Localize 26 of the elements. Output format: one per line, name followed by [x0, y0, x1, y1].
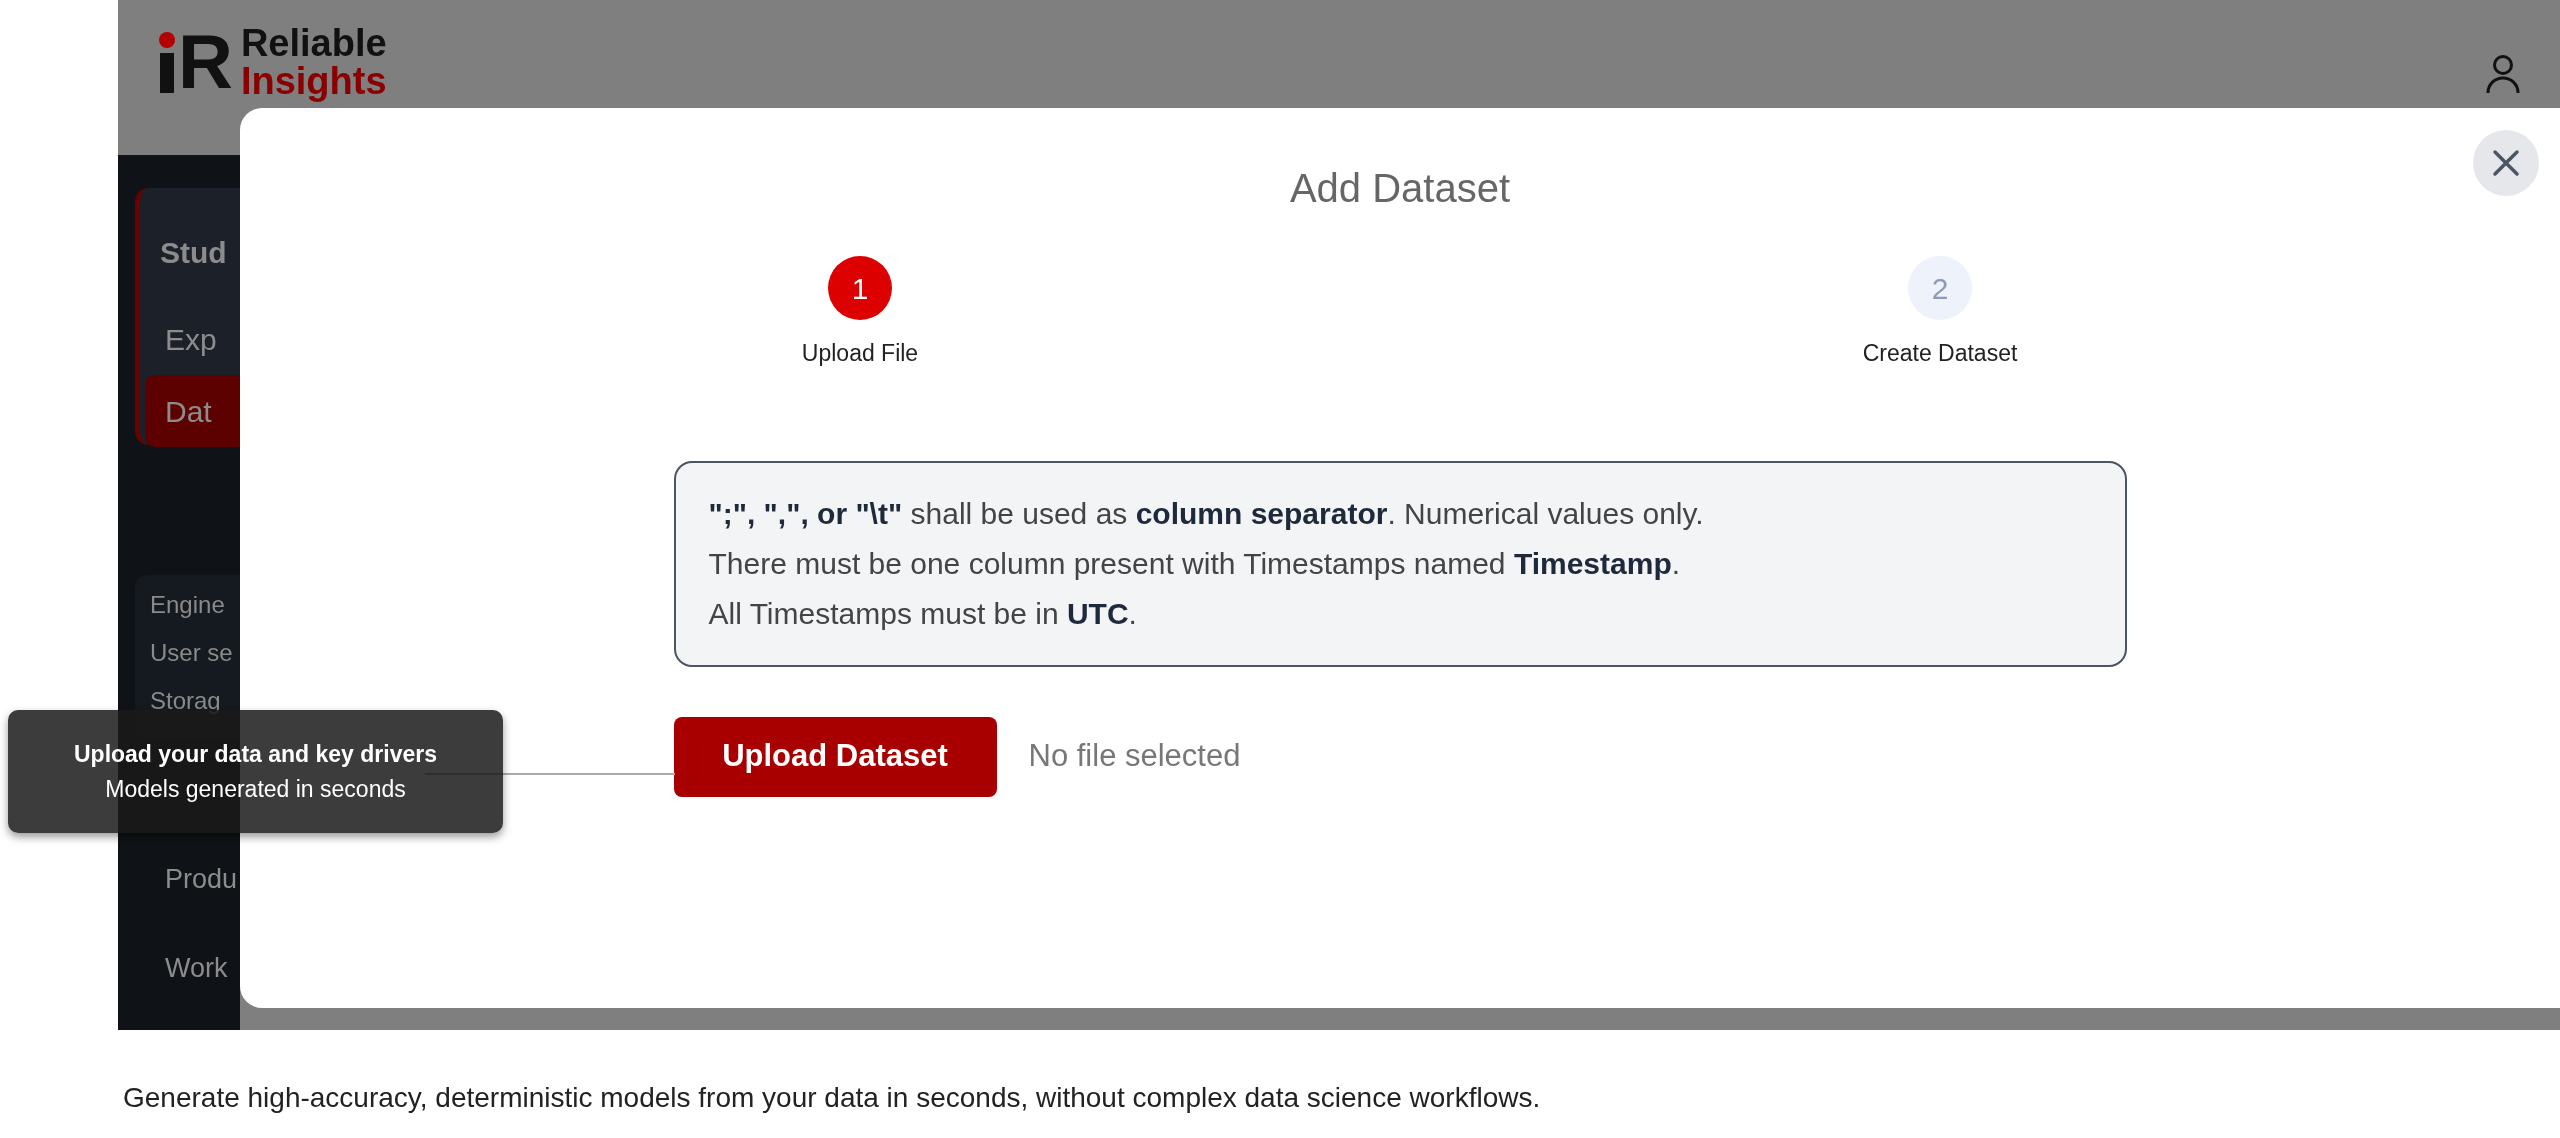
step-label: Create Dataset	[1862, 339, 2018, 368]
tooltip-subtitle: Models generated in seconds	[105, 774, 406, 804]
nav-item[interactable]: Exp	[140, 303, 240, 375]
nav-link[interactable]: Work	[165, 947, 240, 988]
close-icon	[2492, 149, 2520, 177]
step-number: 2	[1908, 256, 1972, 320]
modal-title: Add Dataset	[1289, 165, 1511, 212]
nav-item[interactable]: Dat	[145, 375, 240, 447]
info-text: There must be one column present with Timestamps named Timestamp.	[708, 545, 1682, 582]
logo-text: Insights	[240, 62, 387, 100]
tooltip-title: Upload your data and key drivers	[74, 740, 437, 769]
section-title: Stud	[159, 235, 228, 271]
step-number: 1	[828, 256, 892, 320]
info-text: All Timestamps must be in UTC.	[708, 595, 1138, 632]
logo-mark-icon	[156, 31, 178, 93]
caption: Generate high-accuracy, deterministic models from your data in seconds, without complex data science workflows.	[123, 1081, 1541, 1115]
logo-mark: R	[178, 24, 233, 100]
step-label: Upload File	[801, 339, 919, 368]
upload-button[interactable]: Upload Dataset	[673, 716, 997, 797]
settings-item[interactable]: User se	[150, 635, 240, 671]
user-icon[interactable]	[2486, 54, 2520, 94]
info-text: ";", ",", or "\t" shall be used as column separator. Numerical values only.	[708, 495, 1705, 532]
settings-item[interactable]: Engine	[150, 587, 240, 623]
file-status: No file selected	[1028, 737, 1241, 776]
logo-text: Reliable	[240, 24, 387, 62]
nav-link[interactable]: Produ	[165, 859, 240, 900]
